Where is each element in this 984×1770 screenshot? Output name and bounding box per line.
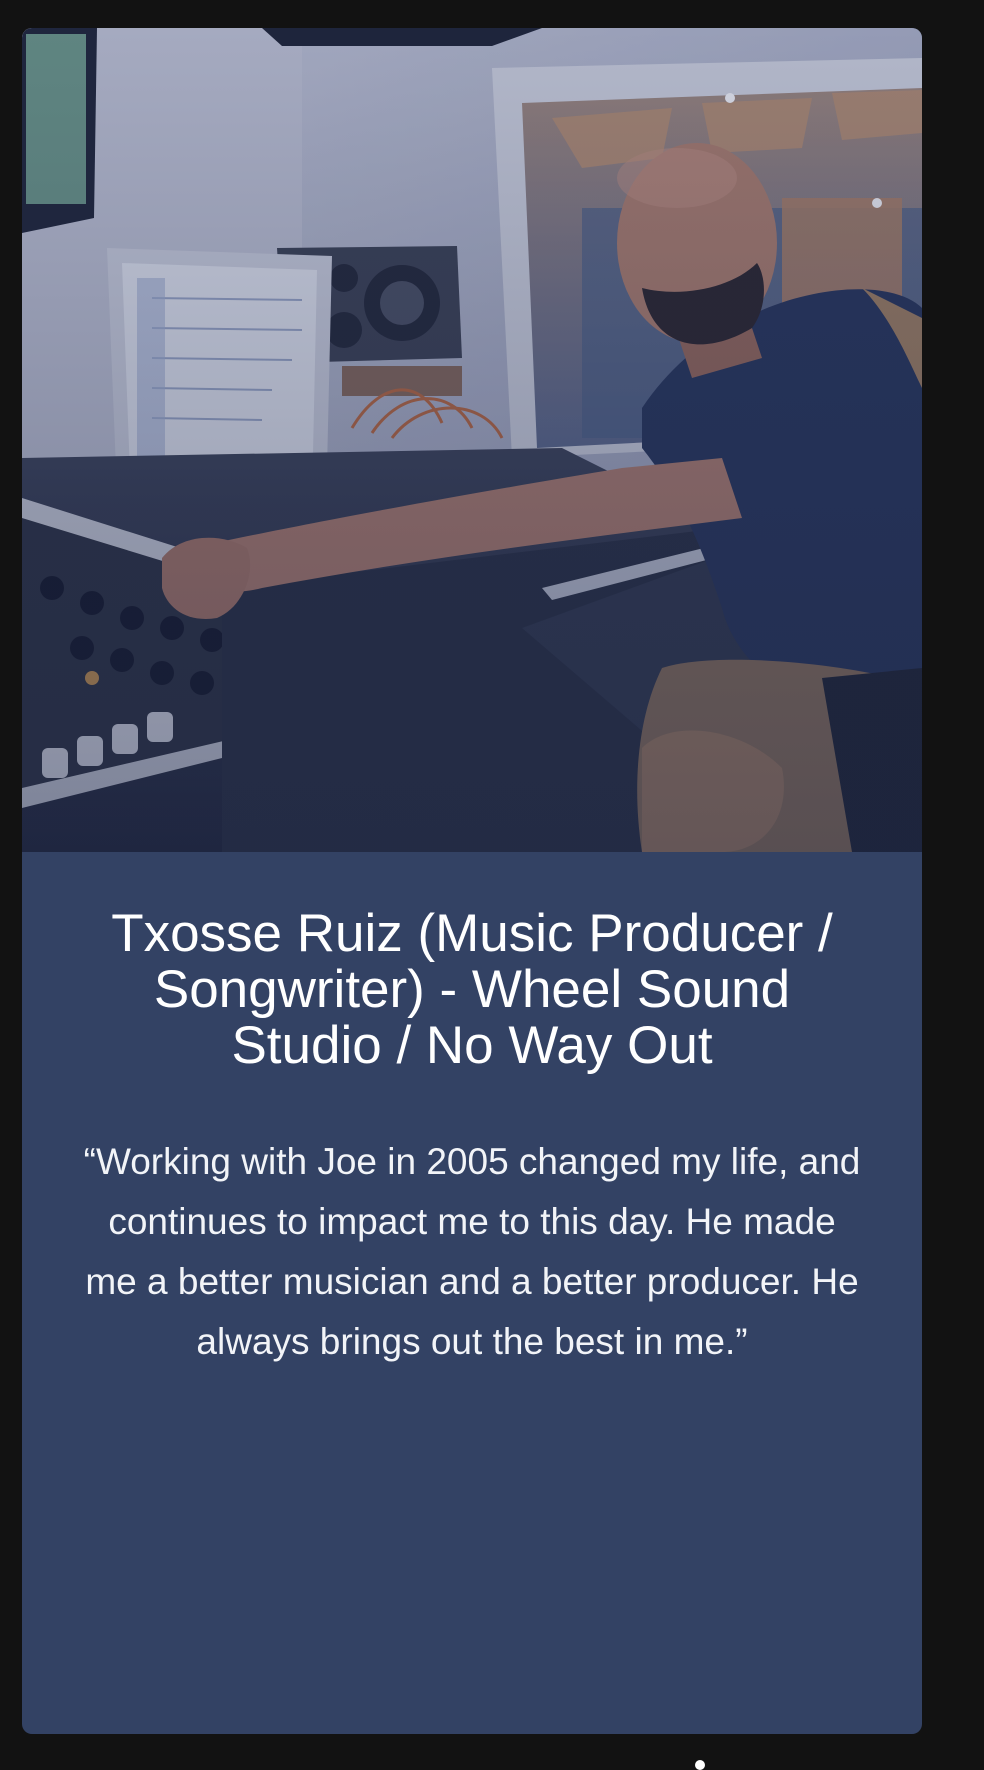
- carousel-dot[interactable]: [695, 1760, 705, 1770]
- testimonial-quote: “Working with Joe in 2005 changed my lif…: [83, 1141, 861, 1362]
- testimonial-author-title: Txosse Ruiz (Music Producer / Songwriter…: [111, 904, 833, 1075]
- testimonial-photo: [22, 28, 922, 852]
- testimonial-content: Txosse Ruiz (Music Producer / Songwriter…: [22, 852, 922, 1372]
- testimonial-card: Txosse Ruiz (Music Producer / Songwriter…: [22, 28, 922, 1734]
- studio-photo-illustration: [22, 28, 922, 852]
